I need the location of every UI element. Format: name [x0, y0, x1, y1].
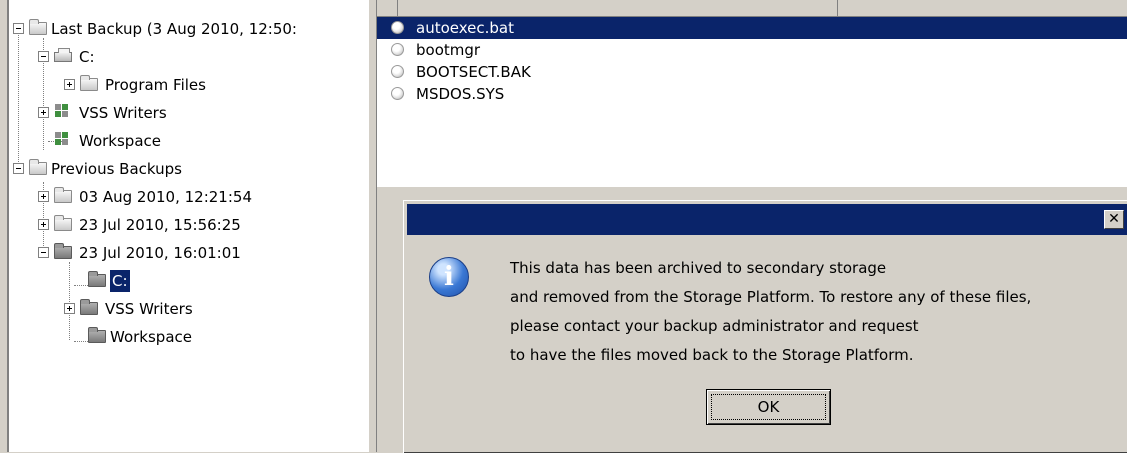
list-header[interactable] [377, 0, 1127, 17]
tree-item-label: VSS Writers [105, 300, 193, 318]
tree-item-label: Program Files [105, 76, 206, 94]
tree-item-label: Last Backup (3 Aug 2010, 12:50: [51, 20, 297, 38]
expand-toggle[interactable] [38, 219, 49, 230]
backup-tree[interactable]: Last Backup (3 Aug 2010, 12:50: C: Progr… [7, 0, 370, 452]
collapse-toggle[interactable] [38, 247, 49, 258]
expand-toggle[interactable] [64, 303, 75, 314]
ok-button-label: OK [711, 394, 826, 420]
dialog-title-bar[interactable]: ✕ [407, 204, 1127, 235]
tree-item-label: 23 Jul 2010, 16:01:01 [79, 244, 241, 262]
tree-guide [18, 28, 19, 168]
archived-folder-icon [88, 271, 106, 287]
file-list[interactable]: autoexec.bat bootmgr BOOTSECT.BAK MSDOS.… [377, 17, 1127, 187]
archived-folder-icon [54, 243, 72, 259]
folder-icon [80, 75, 98, 91]
radio-icon[interactable] [391, 21, 404, 34]
info-dialog: ✕ i This data has been archived to secon… [403, 200, 1127, 453]
tree-item-label: 03 Aug 2010, 12:21:54 [79, 188, 252, 206]
collapse-toggle[interactable] [38, 51, 49, 62]
tree-guide [74, 341, 88, 342]
file-name: BOOTSECT.BAK [416, 63, 531, 81]
tree-guide [74, 285, 88, 286]
tree-item-label: C: [110, 270, 130, 292]
tree-item-label: C: [79, 48, 95, 66]
column-divider[interactable] [397, 0, 398, 16]
collapse-toggle[interactable] [13, 163, 24, 174]
pane-splitter[interactable] [368, 0, 377, 452]
dialog-message-line: This data has been archived to secondary… [510, 259, 887, 277]
folder-icon [54, 215, 72, 231]
tree-item-label: Workspace [79, 132, 161, 150]
info-icon: i [429, 257, 469, 297]
tree-item-label: Previous Backups [51, 160, 182, 178]
tree-item-label: VSS Writers [79, 104, 167, 122]
tree-item-label: Workspace [110, 328, 192, 346]
tree-item-label: 23 Jul 2010, 15:56:25 [79, 216, 241, 234]
radio-icon[interactable] [391, 43, 404, 56]
puzzle-icon [55, 132, 69, 146]
folder-icon [54, 187, 72, 203]
file-name: MSDOS.SYS [416, 85, 505, 103]
file-row[interactable]: bootmgr [377, 39, 1127, 61]
expand-toggle[interactable] [38, 191, 49, 202]
radio-icon[interactable] [391, 65, 404, 78]
expand-toggle[interactable] [64, 79, 75, 90]
column-divider[interactable] [837, 0, 838, 16]
ok-button[interactable]: OK [706, 389, 831, 425]
file-row[interactable]: BOOTSECT.BAK [377, 61, 1127, 83]
close-button[interactable]: ✕ [1104, 210, 1124, 229]
folder-open-icon [29, 19, 47, 35]
dialog-message-line: and removed from the Storage Platform. T… [510, 288, 1032, 306]
archived-folder-icon [80, 299, 98, 315]
radio-icon[interactable] [391, 87, 404, 100]
puzzle-icon [55, 104, 69, 118]
expand-toggle[interactable] [38, 107, 49, 118]
file-name: autoexec.bat [416, 19, 514, 37]
tree-guide [69, 262, 70, 340]
close-icon: ✕ [1108, 211, 1120, 227]
file-row[interactable]: MSDOS.SYS [377, 83, 1127, 105]
collapse-toggle[interactable] [13, 23, 24, 34]
file-name: bootmgr [416, 41, 481, 59]
drive-icon [54, 48, 72, 62]
dialog-message-line: please contact your backup administrator… [510, 317, 919, 335]
archived-folder-icon [88, 327, 106, 343]
folder-open-icon [29, 159, 47, 175]
dialog-message-line: to have the files moved back to the Stor… [510, 346, 914, 364]
file-row[interactable]: autoexec.bat [377, 17, 1127, 39]
